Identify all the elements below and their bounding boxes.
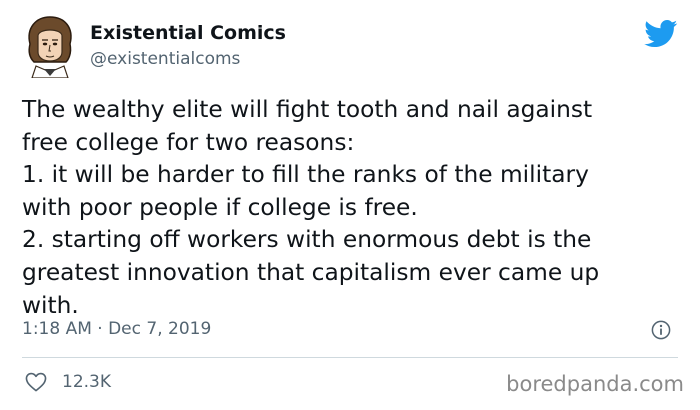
avatar[interactable] — [22, 14, 78, 79]
tweet-timestamp[interactable]: 1:18 AM · Dec 7, 2019 — [22, 319, 211, 339]
like-count: 12.3K — [62, 372, 111, 392]
info-icon[interactable] — [651, 320, 671, 340]
tweet-line: greatest innovation that capitalism ever… — [22, 258, 600, 286]
display-name[interactable]: Existential Comics — [90, 22, 286, 44]
tweet-line: 2. starting off workers with enormous de… — [22, 226, 592, 254]
tweet-line: with. — [22, 291, 79, 319]
user-handle[interactable]: @existentialcoms — [90, 49, 240, 69]
cartoon-portrait-avatar-icon — [28, 16, 72, 79]
tweet-line: free college for two reasons: — [22, 128, 355, 156]
tweet-line: 1. it will be harder to fill the ranks o… — [22, 161, 589, 189]
tweet-text: The wealthy elite will fight tooth and n… — [22, 94, 682, 322]
twitter-bird-icon[interactable] — [644, 20, 678, 48]
watermark: boredpanda.com — [506, 372, 684, 396]
tweet-line: with poor people if college is free. — [22, 193, 418, 221]
divider — [22, 357, 678, 358]
tweet-line: The wealthy elite will fight tooth and n… — [22, 96, 593, 123]
heart-icon[interactable] — [25, 372, 47, 392]
